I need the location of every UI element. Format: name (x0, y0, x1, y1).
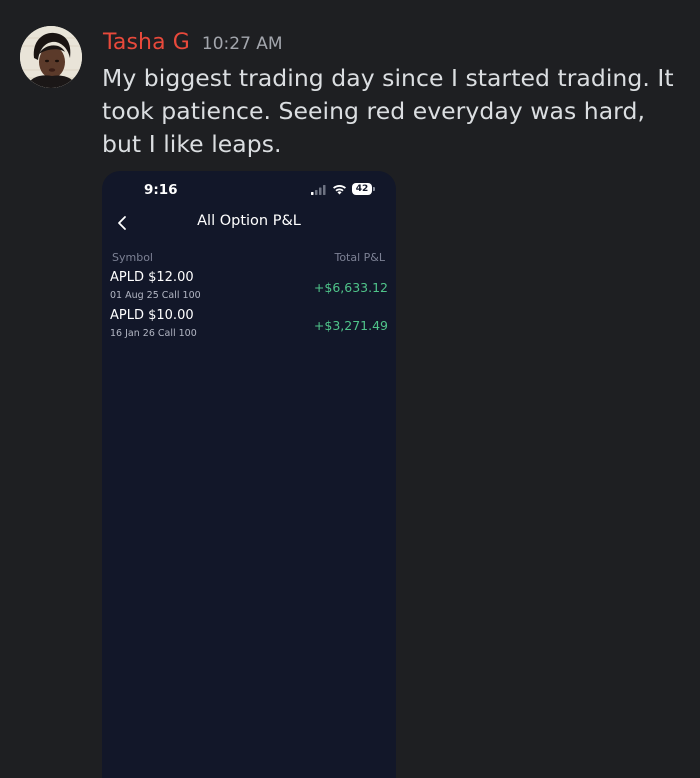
table-row[interactable]: APLD $12.00 01 Aug 25 Call 100 +$6,633.1… (102, 270, 396, 306)
image-attachment[interactable]: 9:16 42 All Option P&L Symbol Total P&L … (102, 171, 396, 778)
message-text: My biggest trading day since I started t… (102, 64, 674, 158)
option-detail: 16 Jan 26 Call 100 (110, 328, 197, 339)
wifi-icon (333, 184, 346, 194)
column-header-symbol: Symbol (112, 251, 153, 264)
author-name[interactable]: Tasha G (103, 30, 190, 55)
option-symbol: APLD $12.00 (110, 270, 194, 285)
option-pnl: +$6,633.12 (313, 280, 388, 295)
avatar-photo (20, 26, 82, 88)
table-header: Symbol Total P&L (102, 251, 396, 267)
phone-status-bar: 9:16 42 (102, 171, 396, 207)
avatar[interactable] (20, 26, 82, 88)
option-symbol: APLD $10.00 (110, 308, 194, 323)
message-header: Tasha G 10:27 AM (103, 30, 283, 60)
page-title: All Option P&L (197, 213, 301, 229)
battery-icon: 42 (352, 183, 375, 195)
signal-icon (311, 184, 326, 195)
table-row[interactable]: APLD $10.00 16 Jan 26 Call 100 +$3,271.4… (102, 308, 396, 344)
column-header-total-pnl: Total P&L (334, 251, 385, 264)
nav-bar: All Option P&L (102, 209, 396, 237)
chat-message: Tasha G 10:27 AM My biggest trading day … (0, 0, 700, 778)
option-pnl: +$3,271.49 (313, 318, 388, 333)
message-timestamp: 10:27 AM (201, 34, 283, 54)
status-icons: 42 (311, 183, 375, 195)
option-detail: 01 Aug 25 Call 100 (110, 290, 201, 301)
status-time: 9:16 (144, 182, 178, 198)
